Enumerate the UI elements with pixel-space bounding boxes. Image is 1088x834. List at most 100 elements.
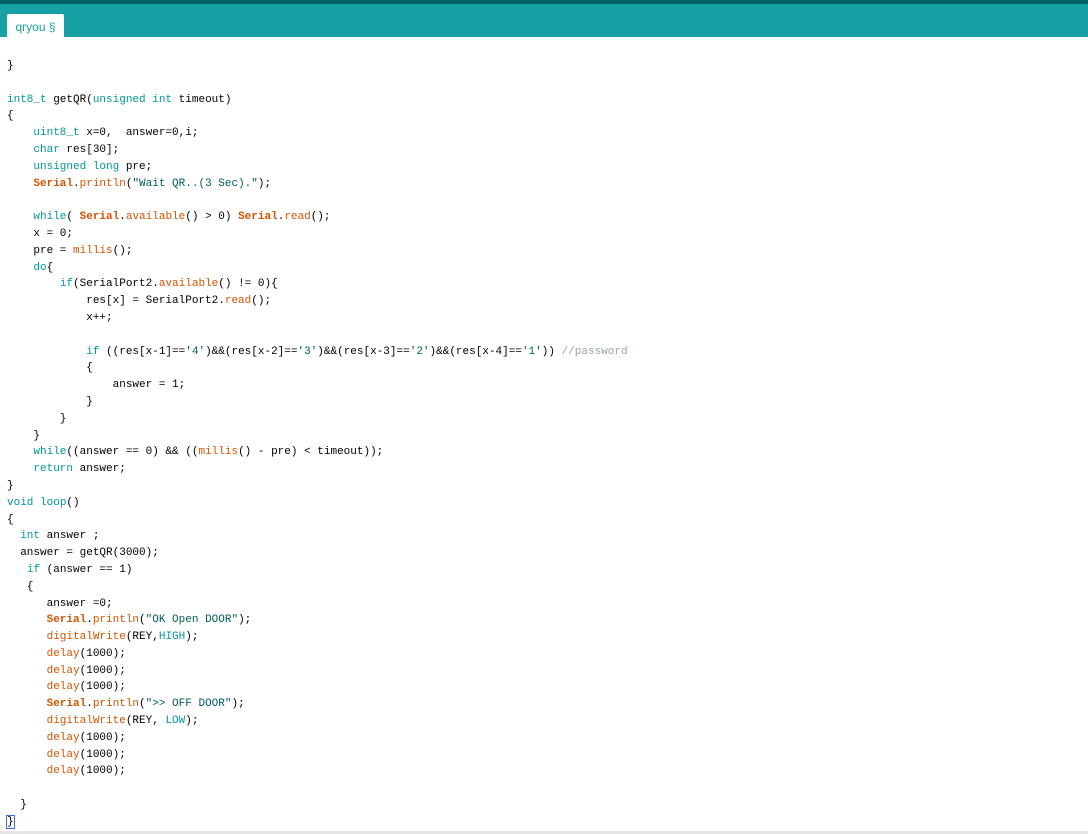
code-token: getQR( [46, 93, 93, 106]
code-token: (1000); [79, 647, 126, 660]
code-token: (1000); [79, 748, 126, 761]
code-line: answer =0; [7, 596, 628, 613]
code-line: void loop() [7, 495, 628, 512]
code-token: { [7, 513, 14, 526]
code-line: uint8_t x=0, answer=0,i; [7, 125, 628, 142]
code-line: Serial.println("Wait QR..(3 Sec)."); [7, 176, 628, 193]
code-token: char [33, 143, 60, 156]
code-token: answer =0; [7, 597, 113, 610]
code-token: (1000); [79, 681, 126, 694]
code-token: } [7, 479, 14, 492]
code-text[interactable]: } int8_t getQR(unsigned int timeout){ uin… [6, 58, 628, 831]
code-token: () [66, 496, 80, 509]
code-line: delay(1000); [7, 663, 628, 680]
code-line: return answer; [7, 461, 628, 478]
code-token: )&&(res[x-2]== [205, 345, 298, 358]
code-token: (); [112, 244, 133, 257]
cursor-bracket: } [6, 814, 15, 829]
code-token: unsigned [92, 93, 146, 106]
code-token: loop [40, 496, 67, 509]
code-token: ); [185, 631, 199, 644]
code-line: if (answer == 1) [7, 562, 628, 579]
code-token: "OK Open DOOR" [145, 614, 239, 627]
code-line: } [7, 428, 628, 445]
code-line: char res[30]; [7, 142, 628, 159]
code-token: available [125, 211, 186, 224]
code-token: () > 0) [185, 211, 239, 224]
code-token: . [86, 614, 93, 627]
code-token: ); [238, 614, 252, 627]
code-token: } [7, 429, 41, 442]
code-token: Serial [79, 211, 120, 224]
code-line: int answer ; [7, 528, 628, 545]
code-token: int [152, 93, 173, 106]
code-line: delay(1000); [7, 646, 628, 663]
code-token: digitalWrite [46, 631, 126, 644]
code-token: digitalWrite [46, 715, 126, 728]
code-token: () - pre) < timeout)); [238, 446, 384, 459]
code-token: ">> OFF DOOR" [145, 698, 232, 711]
code-line: while( Serial.available() > 0) Serial.re… [7, 209, 628, 226]
code-editor[interactable]: } int8_t getQR(unsigned int timeout){ uin… [0, 37, 1088, 834]
code-token: Serial [46, 614, 87, 627]
code-token: { [46, 261, 54, 274]
code-token: )) [541, 345, 562, 358]
code-line: x = 0; [7, 226, 628, 243]
code-token: uint8_t [33, 127, 80, 140]
code-token: LOW [165, 715, 186, 728]
code-line: delay(1000); [7, 763, 628, 780]
code-token: ( [139, 614, 146, 627]
code-token: )&&(res[x-3]== [317, 345, 410, 358]
code-token: ); [185, 715, 199, 728]
code-token: (); [310, 211, 331, 224]
code-line: Serial.println(">> OFF DOOR"); [7, 696, 628, 713]
code-line: digitalWrite(REY,HIGH); [7, 629, 628, 646]
code-token: delay [46, 647, 80, 660]
code-line: { [7, 579, 628, 596]
code-line: } [7, 58, 628, 75]
code-line: answer = getQR(3000); [7, 545, 628, 562]
code-token: { [7, 580, 34, 593]
code-token: answer = 1; [7, 379, 186, 392]
code-line: digitalWrite(REY, LOW); [7, 713, 628, 730]
code-token: { [7, 110, 14, 123]
code-line: } [7, 411, 628, 428]
code-token: do [33, 261, 47, 274]
code-token: '2' [409, 345, 430, 358]
code-token: millis [198, 446, 239, 459]
code-token: ((answer == 0) && (( [66, 446, 199, 459]
code-line: delay(1000); [7, 730, 628, 747]
code-line: } [6, 814, 628, 831]
code-token: while [33, 211, 67, 224]
code-line: do{ [7, 260, 628, 277]
code-token: . [86, 698, 93, 711]
code-token: Serial [46, 698, 87, 711]
code-token: . [73, 177, 80, 190]
code-token: //password [561, 345, 628, 358]
code-token: unsigned [33, 160, 87, 173]
code-token: (1000); [79, 765, 126, 778]
code-token: (1000); [79, 731, 126, 744]
code-token: answer = getQR(3000); [7, 547, 159, 560]
code-token: read [284, 211, 311, 224]
code-token: if [26, 563, 41, 576]
code-token: (REY, [125, 631, 159, 644]
code-token: HIGH [158, 631, 186, 644]
code-token: ((res[x-1]== [99, 345, 186, 358]
code-token: println [79, 177, 126, 190]
